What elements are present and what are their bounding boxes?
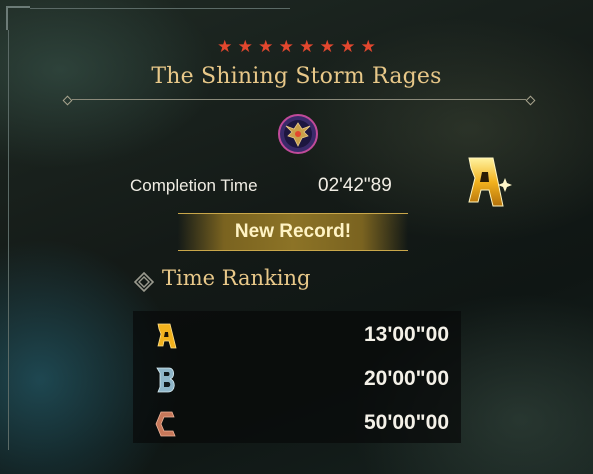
ranking-icon: [134, 272, 154, 292]
time-ranking-heading: Time Ranking: [162, 266, 311, 290]
new-record-label: New Record!: [234, 221, 352, 242]
rank-b-icon: [156, 367, 175, 393]
star-icon: ★: [299, 37, 315, 56]
rank-a-icon: [157, 323, 177, 349]
ranking-row-a: 13'00"00: [133, 315, 461, 355]
frame-left-line: [8, 30, 9, 450]
frame-top-line: [30, 8, 290, 9]
ranking-time-c: 50'00"00: [363, 411, 449, 434]
rank-c-icon: [155, 411, 176, 437]
rank-a-icon: [468, 157, 512, 207]
ranking-row-c: 50'00"00: [133, 403, 461, 443]
star-icon: ★: [237, 37, 253, 56]
ranking-row-b: 20'00"00: [133, 359, 461, 399]
title-divider: [62, 95, 536, 106]
star-icon: ★: [319, 37, 335, 56]
ranking-time-b: 20'00"00: [363, 367, 449, 390]
star-icon: ★: [217, 37, 233, 56]
star-icon: ★: [340, 37, 356, 56]
quest-title: The Shining Storm Rages: [151, 64, 442, 89]
completion-time-label: Completion Time: [130, 176, 258, 195]
time-ranking-label: Time Ranking: [162, 266, 311, 290]
difficulty-stars: ★ ★ ★ ★ ★ ★ ★ ★: [0, 38, 593, 57]
time-ranking-panel: 13'00"00 20'00"00 50'00"00: [133, 311, 461, 443]
new-record-banner: New Record!: [178, 213, 408, 251]
star-icon: ★: [258, 37, 274, 56]
monster-emblem-icon: [278, 114, 318, 154]
ranking-time-a: 13'00"00: [363, 323, 449, 346]
completion-time-value: 02'42"89: [318, 175, 392, 196]
star-icon: ★: [360, 37, 376, 56]
frame-corner-ornament: [6, 6, 30, 30]
star-icon: ★: [278, 37, 294, 56]
